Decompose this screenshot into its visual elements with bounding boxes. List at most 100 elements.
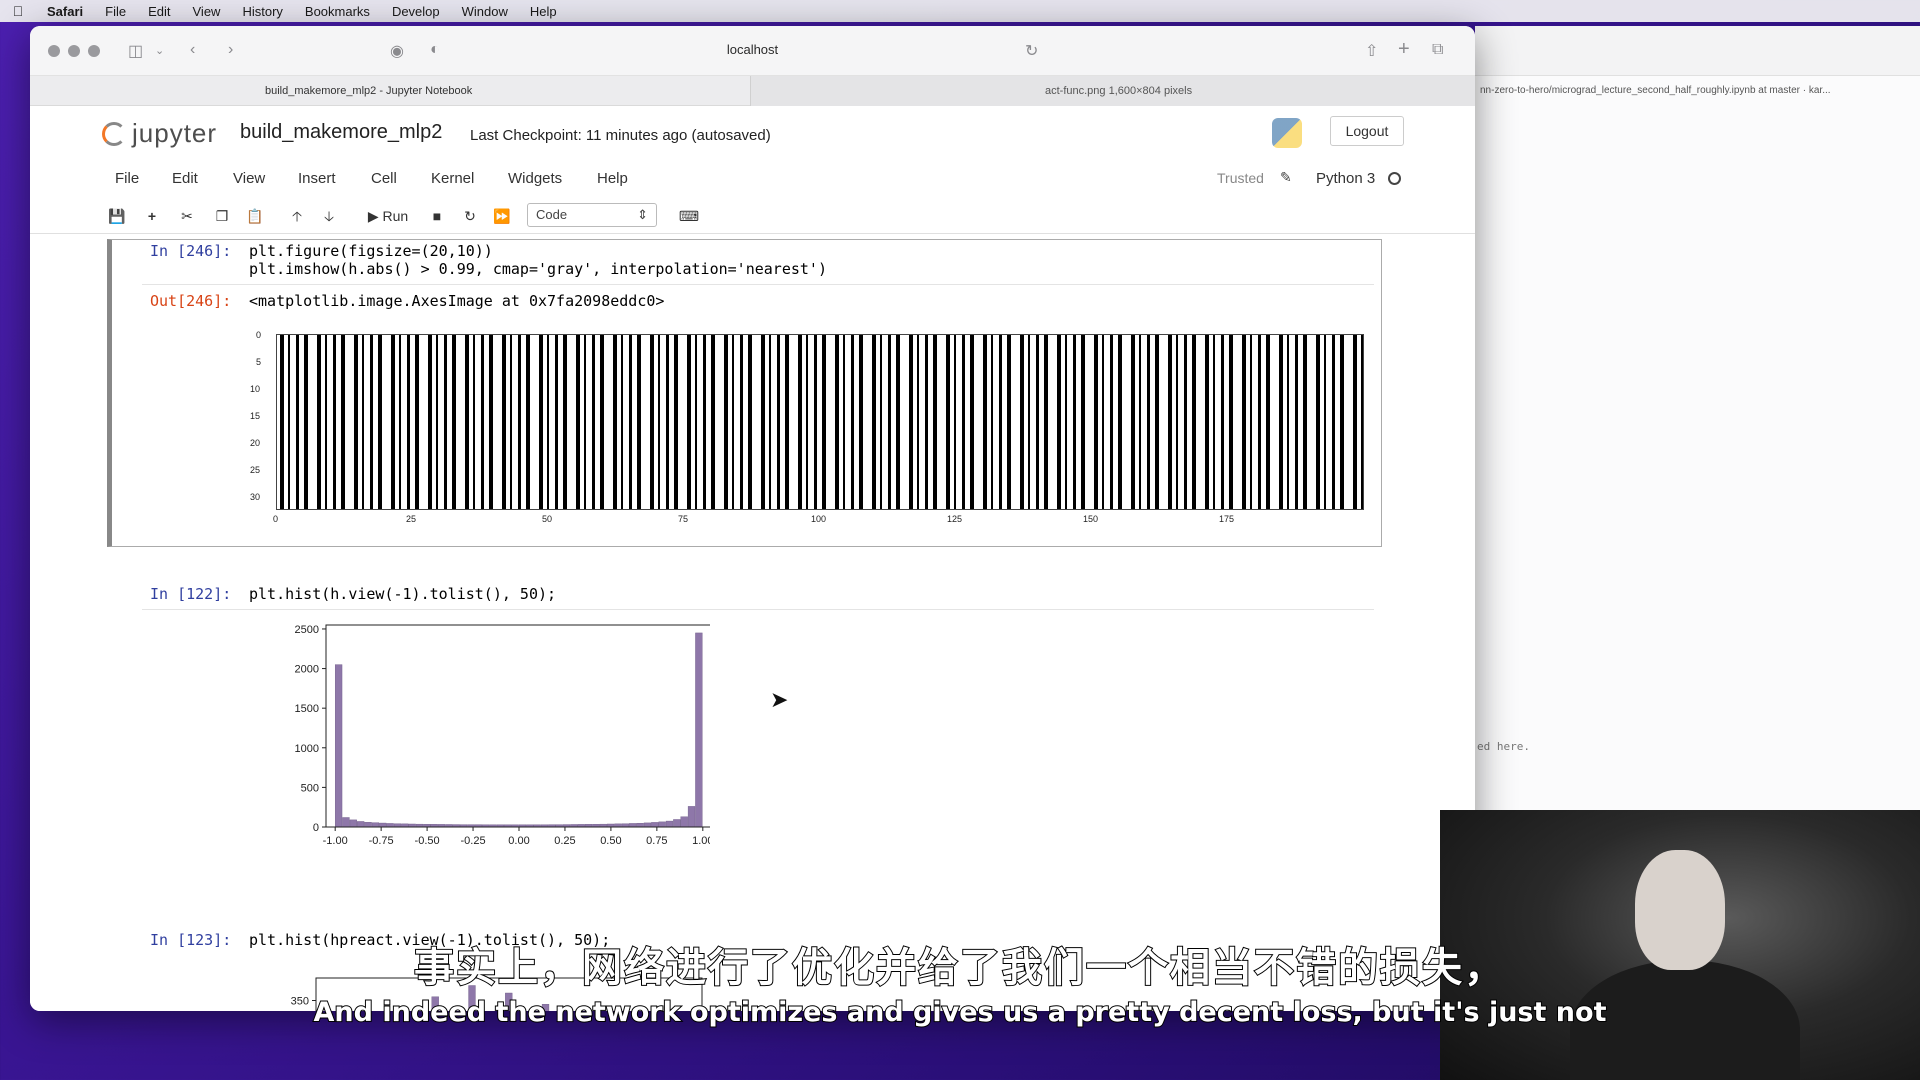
- x-tick-label: -0.50: [415, 835, 440, 847]
- apple-logo-icon[interactable]: : [0, 3, 36, 19]
- address-bar[interactable]: localhost: [30, 42, 1475, 57]
- histogram-bar: [349, 819, 357, 828]
- safari-titlebar: ◫ ⌄ ‹ › ◉ ◐ localhost ↻ ⇧ + ⧉: [30, 26, 1475, 76]
- histogram-bar: [651, 822, 659, 828]
- histogram-h: 2500 2000 1500 1000 500 0 -1.00 -0.75 -0.50 -0.25…: [295, 624, 710, 847]
- y-tick-label: 2000: [295, 664, 319, 676]
- histogram-bar: [687, 806, 696, 828]
- jmenu-kernel[interactable]: Kernel: [431, 170, 474, 187]
- move-up-icon[interactable]: 🡡: [285, 205, 309, 227]
- x-tick-label: 0.00: [508, 835, 529, 847]
- menu-history[interactable]: History: [231, 4, 293, 19]
- histogram-bar: [680, 816, 688, 828]
- share-icon[interactable]: ⇧: [1365, 41, 1378, 61]
- kernel-status-icon: [1388, 172, 1401, 185]
- jmenu-widgets[interactable]: Widgets: [508, 170, 562, 187]
- y-tick-label: 1500: [295, 703, 319, 715]
- menu-safari[interactable]: Safari: [36, 4, 94, 19]
- trusted-indicator[interactable]: Trusted: [1217, 170, 1264, 186]
- select-arrows-icon: ⇕: [637, 207, 648, 222]
- menu-window[interactable]: Window: [451, 4, 519, 19]
- menu-bookmarks[interactable]: Bookmarks: [294, 4, 381, 19]
- menu-edit[interactable]: Edit: [137, 4, 181, 19]
- y-tick-label: 0: [313, 822, 319, 834]
- imshow-x-tick: 100: [811, 514, 827, 524]
- paste-icon[interactable]: 📋: [243, 205, 267, 227]
- stop-icon[interactable]: ■: [425, 205, 449, 227]
- imshow-y-tick: 5: [256, 357, 262, 367]
- cut-icon[interactable]: ✂: [175, 205, 199, 227]
- jmenu-cell[interactable]: Cell: [371, 170, 397, 187]
- background-tab-title[interactable]: nn-zero-to-hero/micrograd_lecture_second…: [1480, 85, 1831, 96]
- x-tick-label: 0.75: [646, 835, 667, 847]
- checkpoint-status: Last Checkpoint: 11 minutes ago (autosav…: [470, 127, 771, 144]
- logout-button[interactable]: Logout: [1330, 116, 1404, 146]
- imshow-y-tick: 10: [250, 384, 261, 394]
- copy-icon[interactable]: ❐: [210, 205, 234, 227]
- imshow-binary-image: [276, 334, 1364, 510]
- tab-bar: build_makemore_mlp2 - Jupyter Notebook a…: [30, 76, 1475, 106]
- imshow-x-tick: 50: [542, 514, 553, 524]
- tab-act-func-png[interactable]: act-func.png 1,600×804 pixels: [750, 76, 1475, 106]
- notebook-container[interactable]: In [246]: plt.figure(figsize=(20,10)) pl…: [30, 234, 1475, 1011]
- jmenu-insert[interactable]: Insert: [298, 170, 336, 187]
- histogram-bar: [334, 664, 343, 828]
- histogram-bar: [643, 822, 652, 828]
- imshow-x-tick: 0: [273, 514, 279, 524]
- fast-forward-icon[interactable]: ⏩: [490, 205, 514, 227]
- jupyter-logo-text: jupyter: [132, 118, 218, 148]
- menu-develop[interactable]: Develop: [381, 4, 451, 19]
- jmenu-file[interactable]: File: [115, 170, 139, 187]
- subtitle-chinese: 事实上，网络进行了优化并给了我们一个相当不错的损失，: [413, 944, 1506, 992]
- kernel-name[interactable]: Python 3: [1316, 170, 1375, 187]
- menu-view[interactable]: View: [182, 4, 232, 19]
- histogram-bar: [386, 823, 394, 828]
- cell-type-select[interactable]: Code ⇕: [527, 203, 657, 227]
- save-icon[interactable]: 💾: [105, 205, 129, 227]
- mouse-cursor-icon: ➤: [770, 687, 789, 712]
- run-button[interactable]: ▶ Run: [360, 205, 416, 227]
- x-tick-label: 1.00: [692, 835, 710, 847]
- histogram-bar: [629, 823, 637, 828]
- menu-help[interactable]: Help: [519, 4, 568, 19]
- output-text: <matplotlib.image.AxesImage at 0x7fa2098…: [249, 292, 665, 310]
- imshow-x-tick: 150: [1083, 514, 1099, 524]
- input-prompt: In [246]:: [150, 242, 232, 260]
- histogram-bar: [364, 822, 372, 828]
- tab-jupyter-notebook[interactable]: build_makemore_mlp2 - Jupyter Notebook: [265, 85, 472, 97]
- histogram-bar: [695, 632, 703, 828]
- imshow-x-tick: 75: [678, 514, 689, 524]
- histogram-bar: [342, 817, 350, 828]
- new-tab-icon[interactable]: +: [1398, 38, 1410, 61]
- imshow-x-tick: 125: [947, 514, 963, 524]
- menu-file[interactable]: File: [94, 4, 137, 19]
- histogram-bar: [658, 821, 666, 828]
- tab-overview-icon[interactable]: ⧉: [1432, 41, 1443, 59]
- insert-cell-icon[interactable]: +: [140, 205, 164, 227]
- macos-menubar:  Safari File Edit View History Bookmark…: [0, 0, 1920, 22]
- jupyter-logo[interactable]: jupyter: [102, 118, 217, 149]
- histogram-bar: [357, 821, 365, 828]
- y-tick-label: 2500: [295, 624, 319, 636]
- input-prompt: In [122]:: [150, 585, 232, 603]
- imshow-y-tick: 20: [250, 438, 261, 448]
- imshow-y-tick: 25: [250, 465, 261, 475]
- imshow-y-tick: 0: [256, 330, 262, 340]
- pencil-icon[interactable]: ✎: [1280, 169, 1292, 186]
- restart-icon[interactable]: ↻: [458, 205, 482, 227]
- notebook-name[interactable]: build_makemore_mlp2: [240, 121, 442, 144]
- code-line[interactable]: plt.imshow(h.abs() > 0.99, cmap='gray', …: [249, 260, 827, 278]
- move-down-icon[interactable]: 🡣: [317, 205, 341, 227]
- histogram-bar: [371, 822, 380, 828]
- code-line[interactable]: plt.hist(h.view(-1).tolist(), 50);: [249, 585, 556, 603]
- background-tab-bar: [1475, 26, 1920, 76]
- cell-divider: [142, 284, 1374, 285]
- jmenu-help[interactable]: Help: [597, 170, 628, 187]
- imshow-y-tick: 30: [250, 492, 261, 502]
- keyboard-icon[interactable]: ⌨: [677, 205, 701, 227]
- code-line[interactable]: plt.figure(figsize=(20,10)): [249, 242, 493, 260]
- jmenu-view[interactable]: View: [233, 170, 265, 187]
- jmenu-edit[interactable]: Edit: [172, 170, 198, 187]
- reload-icon[interactable]: ↻: [1025, 41, 1038, 61]
- jupyter-header: jupyter build_makemore_mlp2 Last Checkpo…: [30, 106, 1475, 158]
